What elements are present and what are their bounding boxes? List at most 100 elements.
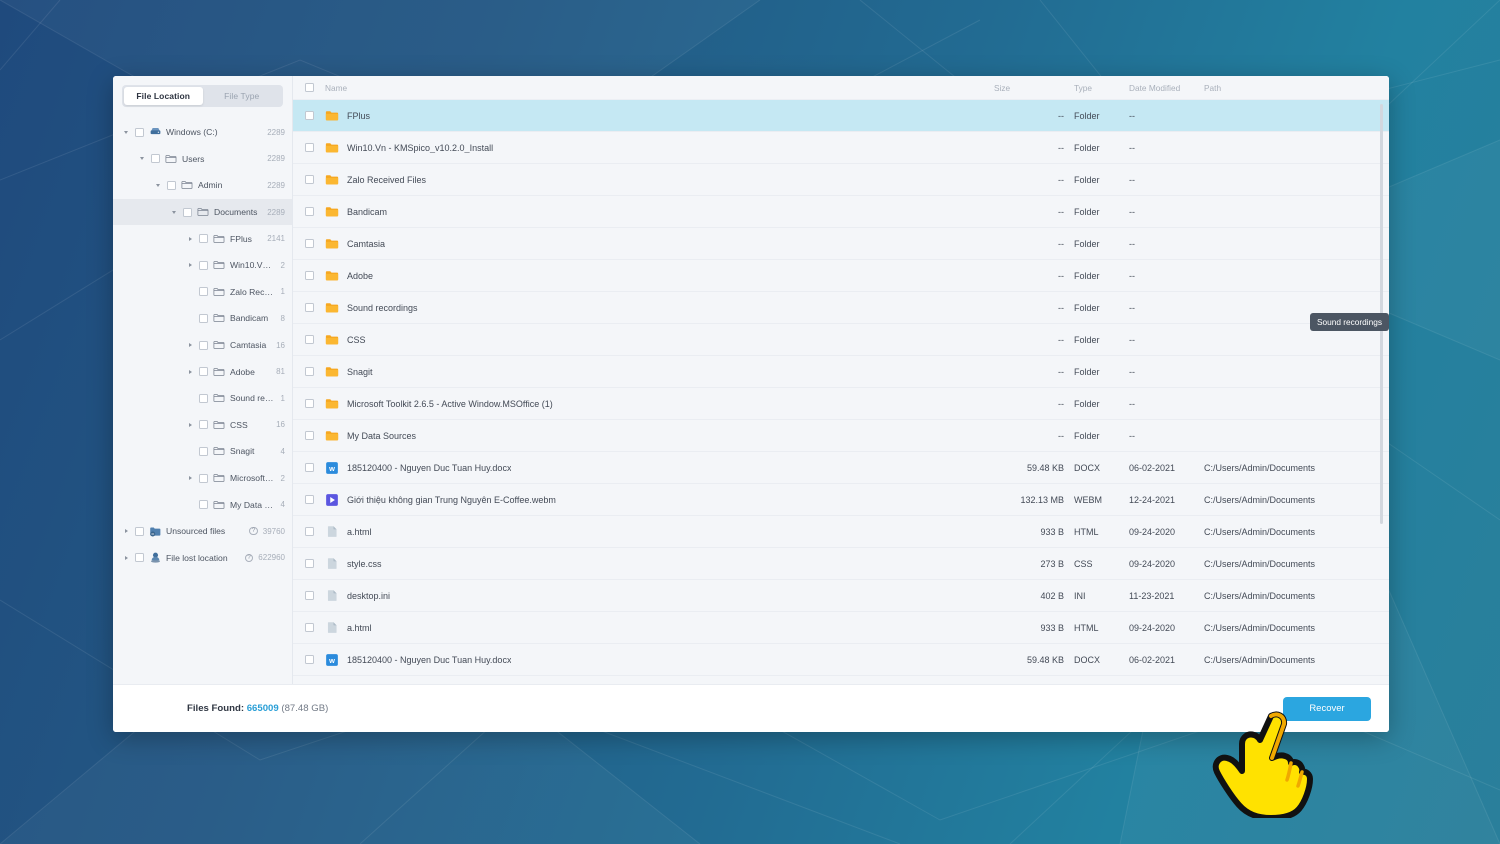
table-row[interactable]: w 185120400 - Nguyen Duc Tuan Huy.docx 59.…: [293, 452, 1389, 484]
table-row[interactable]: CSS -- Folder --: [293, 324, 1389, 356]
row-checkbox[interactable]: [293, 495, 325, 504]
help-icon[interactable]: ?: [244, 553, 254, 563]
tree-item-checkbox[interactable]: [183, 207, 192, 217]
row-checkbox[interactable]: [293, 367, 325, 376]
table-row[interactable]: a.html 933 B HTML 09-24-2020 C:/Users/Admin/…: [293, 516, 1389, 548]
table-row[interactable]: Microsoft Toolkit 2.6.5 - Active Window.…: [293, 388, 1389, 420]
tree-item-checkbox[interactable]: [135, 526, 144, 536]
tree-item-my-data-sources[interactable]: My Data Sources 4: [113, 491, 292, 518]
tree-item-checkbox[interactable]: [199, 446, 208, 456]
column-header-path[interactable]: Path: [1204, 83, 1389, 93]
tree-item-checkbox[interactable]: [199, 473, 208, 483]
row-checkbox[interactable]: [293, 591, 325, 600]
table-row[interactable]: Win10.Vn - KMSpico_v10.2.0_Install -- Fold…: [293, 132, 1389, 164]
select-all-checkbox[interactable]: [293, 83, 325, 92]
cell-type: Folder: [1074, 430, 1100, 441]
tree-item-checkbox[interactable]: [199, 287, 208, 297]
table-row[interactable]: Camtasia -- Folder --: [293, 228, 1389, 260]
tree-item-unsourced-files[interactable]: Unsourced files? 39760: [113, 518, 292, 545]
chevron-right-icon[interactable]: [121, 555, 131, 560]
chevron-down-icon[interactable]: [121, 130, 131, 134]
table-row[interactable]: desktop.ini 402 B INI 11-23-2021 C:/Users/Ad…: [293, 580, 1389, 612]
column-header-type[interactable]: Type: [1074, 83, 1129, 93]
cell-name: Giới thiệu không gian Trung Nguyên E-Cof…: [325, 493, 994, 507]
chevron-right-icon[interactable]: [185, 422, 195, 427]
folder-tree: Windows (C:) 2289 Users 2289 Admin 2289 Docume…: [113, 113, 292, 684]
row-checkbox[interactable]: [293, 623, 325, 632]
tree-item-camtasia[interactable]: Camtasia 16: [113, 332, 292, 359]
tab-file-type[interactable]: File Type: [203, 87, 282, 105]
tree-item-bandicam[interactable]: Bandicam 8: [113, 305, 292, 332]
chevron-down-icon[interactable]: [153, 183, 163, 187]
tree-item-windows-c[interactable]: Windows (C:) 2289: [113, 119, 292, 146]
row-checkbox[interactable]: [293, 335, 325, 344]
help-icon[interactable]: ?: [249, 526, 258, 536]
chevron-right-icon[interactable]: [185, 476, 195, 481]
tree-item-checkbox[interactable]: [199, 367, 208, 377]
tree-item-checkbox[interactable]: [199, 393, 208, 403]
table-row[interactable]: style.css 273 B CSS 09-24-2020 C:/Users/Admi…: [293, 548, 1389, 580]
row-checkbox[interactable]: [293, 527, 325, 536]
tree-item-adobe[interactable]: Adobe 81: [113, 358, 292, 385]
table-row[interactable]: a.html 933 B HTML 09-24-2020 C:/Users/Admin/…: [293, 612, 1389, 644]
chevron-right-icon[interactable]: [185, 236, 195, 241]
table-row[interactable]: FPlus -- Folder --: [293, 100, 1389, 132]
tree-item-zalo-received-fil[interactable]: Zalo Received Fil... 1: [113, 279, 292, 306]
tree-item-checkbox[interactable]: [135, 127, 144, 137]
tree-item-win10-vn-kms[interactable]: Win10.Vn - KMS... 2: [113, 252, 292, 279]
tree-item-users[interactable]: Users 2289: [113, 146, 292, 173]
row-checkbox[interactable]: [293, 143, 325, 152]
row-checkbox[interactable]: [293, 655, 325, 664]
table-row[interactable]: Sound recordings -- Folder --: [293, 292, 1389, 324]
chevron-right-icon[interactable]: [185, 369, 195, 374]
tree-item-documents[interactable]: Documents 2289: [113, 198, 292, 226]
row-checkbox[interactable]: [293, 175, 325, 184]
table-row[interactable]: Bandicam -- Folder --: [293, 196, 1389, 228]
tree-item-css[interactable]: CSS 16: [113, 412, 292, 439]
tree-item-checkbox[interactable]: [199, 500, 208, 510]
tab-file-location[interactable]: File Location: [124, 87, 203, 105]
table-row[interactable]: Snagit -- Folder --: [293, 356, 1389, 388]
tree-item-file-lost-location[interactable]: File lost location? 622960: [113, 545, 292, 572]
table-row[interactable]: w 185120400 - Nguyen Duc Tuan Huy.docx 59.…: [293, 644, 1389, 676]
row-checkbox[interactable]: [293, 239, 325, 248]
row-checkbox[interactable]: [293, 463, 325, 472]
row-checkbox[interactable]: [293, 431, 325, 440]
tree-item-checkbox[interactable]: [167, 180, 176, 190]
select-all-box: [304, 83, 314, 92]
tree-item-checkbox[interactable]: [199, 313, 208, 323]
table-row[interactable]: Zalo Received Files -- Folder --: [293, 164, 1389, 196]
tree-item-snagit[interactable]: Snagit 4: [113, 438, 292, 465]
tree-item-checkbox[interactable]: [199, 260, 208, 270]
chevron-down-icon[interactable]: [137, 157, 147, 161]
tree-item-checkbox[interactable]: [199, 234, 208, 244]
tree-item-checkbox[interactable]: [199, 420, 208, 430]
recover-button[interactable]: Recover: [1283, 696, 1371, 721]
chevron-right-icon[interactable]: [185, 343, 195, 348]
column-header-name[interactable]: Name: [325, 83, 994, 93]
tree-item-admin[interactable]: Admin 2289: [113, 172, 292, 199]
row-checkbox[interactable]: [293, 111, 325, 120]
table-row[interactable]: My Data Sources -- Folder --: [293, 420, 1389, 452]
tree-item-checkbox[interactable]: [151, 154, 160, 164]
column-header-date-modified[interactable]: Date Modified: [1129, 83, 1204, 93]
chevron-down-icon[interactable]: [169, 210, 179, 214]
file-name-label: Win10.Vn - KMSpico_v10.2.0_Install: [347, 142, 494, 153]
tree-item-fplus[interactable]: FPlus 2141: [113, 225, 292, 252]
row-checkbox[interactable]: [293, 303, 325, 312]
row-checkbox[interactable]: [293, 399, 325, 408]
table-row[interactable]: Adobe -- Folder --: [293, 260, 1389, 292]
cell-name: Win10.Vn - KMSpico_v10.2.0_Install: [325, 141, 994, 155]
table-row[interactable]: Giới thiệu không gian Trung Nguyên E-Cof…: [293, 484, 1389, 516]
tree-item-sound-recordings[interactable]: Sound recordings 1: [113, 385, 292, 412]
row-checkbox[interactable]: [293, 207, 325, 216]
file-type-icon: [325, 141, 339, 155]
column-header-size[interactable]: Size: [994, 83, 1074, 93]
tree-item-checkbox[interactable]: [199, 340, 208, 350]
tree-item-checkbox[interactable]: [135, 553, 144, 563]
tree-item-microsoft-toolki[interactable]: Microsoft Toolki... 2: [113, 465, 292, 492]
chevron-right-icon[interactable]: [121, 529, 131, 534]
row-checkbox[interactable]: [293, 271, 325, 280]
row-checkbox[interactable]: [293, 559, 325, 568]
chevron-right-icon[interactable]: [185, 263, 195, 268]
